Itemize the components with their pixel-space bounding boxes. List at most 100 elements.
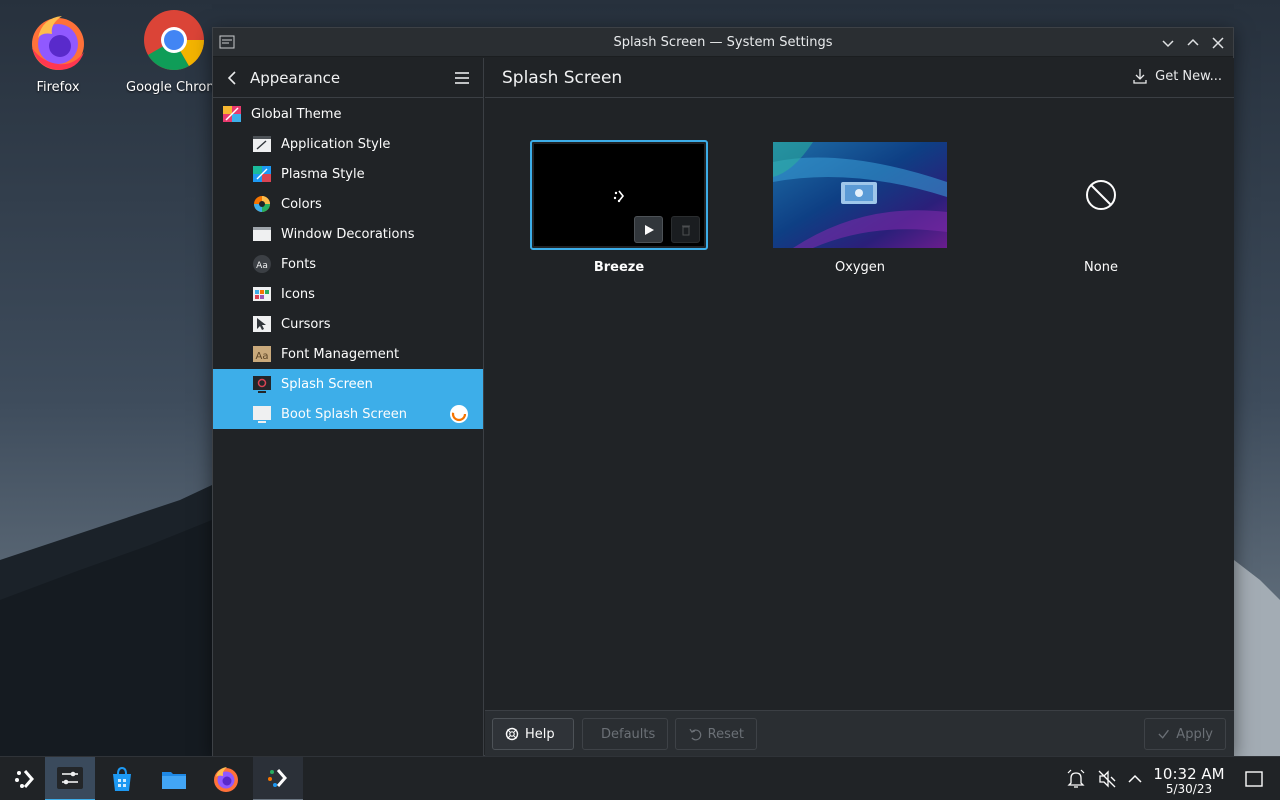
sidebar-item-plasma-style[interactable]: Plasma Style [213,159,483,189]
system-settings-window: Splash Screen — System Settings Appearan… [212,27,1234,756]
window-titlebar[interactable]: Splash Screen — System Settings [213,28,1233,57]
breeze-logo-icon [613,190,625,203]
trash-icon [681,225,690,235]
global-theme-icon [223,106,241,122]
sidebar-item-label: Icons [281,286,315,302]
task-discover[interactable] [97,757,147,800]
maximize-icon[interactable] [1184,34,1202,52]
sidebar-item-font-management[interactable]: Aa Font Management [213,339,483,369]
app-launcher-icon [15,770,34,788]
defaults-label: Defaults [601,726,656,742]
help-icon [505,727,519,741]
sidebar-item-splash-screen[interactable]: Splash Screen [213,369,483,399]
show-desktop-icon[interactable] [1244,769,1264,789]
cursors-icon [253,316,271,332]
sidebar-item-label: Font Management [281,346,400,362]
task-firefox[interactable] [201,757,251,800]
clock-date: 5/30/23 [1165,782,1213,796]
back-arrow-icon[interactable] [224,69,242,87]
task-dolphin[interactable] [149,757,199,800]
sidebar-item-boot-splash-screen[interactable]: Boot Splash Screen [213,399,483,429]
reset-label: Reset [707,726,744,742]
desktop-icon-label: Firefox [36,80,80,95]
theme-thumbnail[interactable] [1012,140,1190,250]
window-title: Splash Screen — System Settings [613,34,833,50]
task-system-settings[interactable] [45,757,95,800]
theme-card-breeze[interactable]: Breeze [529,140,709,275]
font-management-icon: Aa [253,346,271,362]
reset-button[interactable]: Reset [675,718,757,750]
footer-bar: Help Defaults Reset Apply [485,710,1234,756]
theme-thumbnail[interactable] [771,140,949,250]
sidebar-item-cursors[interactable]: Cursors [213,309,483,339]
sidebar-item-icons[interactable]: Icons [213,279,483,309]
oxygen-preview [773,142,947,248]
sidebar-item-label: Cursors [281,316,331,332]
clock-time: 10:32 AM [1153,765,1225,783]
theme-card-none[interactable]: None [1011,140,1191,275]
checkmark-icon [1158,729,1169,739]
play-icon [644,224,654,235]
icons-icon [253,287,271,301]
theme-thumbnail[interactable] [530,140,708,250]
fonts-icon: Aa [253,255,271,273]
system-tray-expand-icon[interactable] [1125,769,1145,789]
sidebar-header: Appearance [213,58,483,98]
notifications-icon[interactable] [1066,769,1086,789]
apply-button[interactable]: Apply [1144,718,1226,750]
clock[interactable]: 10:32 AM 5/30/23 [1148,766,1230,796]
content-header: Splash Screen Get New... [485,58,1234,98]
theme-label: Breeze [593,260,645,275]
theme-card-oxygen[interactable]: Oxygen [770,140,950,275]
desktop-icon-firefox[interactable]: Firefox [10,8,106,95]
volume-muted-icon[interactable] [1097,769,1117,789]
desktop-icon-label: Google Chrome [126,80,212,95]
close-icon[interactable] [1209,34,1227,52]
hamburger-menu-icon[interactable] [453,69,471,87]
sidebar-item-label: Boot Splash Screen [281,406,407,422]
colors-icon [254,196,270,212]
window-menu-icon[interactable] [219,34,235,50]
apply-label: Apply [1176,726,1213,742]
preview-button[interactable] [634,216,663,243]
download-icon [1133,69,1147,84]
delete-button[interactable] [671,216,700,243]
sidebar-item-application-style[interactable]: Application Style [213,129,483,159]
sidebar-item-global-theme[interactable]: Global Theme [213,99,483,129]
content-area: Splash Screen Get New... Breeze Oxygen N… [485,58,1234,756]
system-settings-icon [57,767,83,789]
steam-deck-icon [268,769,287,787]
boot-splash-icon [253,406,271,423]
page-title: Splash Screen [502,67,623,88]
get-new-button[interactable]: Get New... [1132,68,1222,84]
sidebar-item-label: Fonts [281,256,317,272]
sidebar-item-label: Plasma Style [281,166,365,182]
firefox-icon [32,16,84,70]
sidebar-item-label: Window Decorations [281,226,415,242]
task-steam-deck[interactable] [253,757,303,800]
help-label: Help [525,726,555,742]
undo-icon [689,728,702,741]
splash-screen-icon [253,376,271,393]
theme-label: Oxygen [834,260,886,275]
minimize-icon[interactable] [1159,34,1177,52]
none-icon [1086,180,1116,210]
get-new-label: Get New... [1155,68,1222,84]
theme-label: None [1084,260,1118,275]
defaults-button[interactable]: Defaults [582,718,668,750]
window-decorations-icon [253,227,271,241]
sidebar-item-label: Colors [281,196,322,212]
loading-spinner-icon [450,405,468,423]
help-button[interactable]: Help [492,718,574,750]
chrome-icon [144,10,204,71]
sidebar-item-window-decorations[interactable]: Window Decorations [213,219,483,249]
dolphin-icon [162,772,186,789]
breeze-preview [534,144,704,246]
sidebar-item-colors[interactable]: Colors [213,189,483,219]
desktop-icon-chrome[interactable]: Google Chrome [126,8,222,95]
sidebar-item-fonts[interactable]: Aa Fonts [213,249,483,279]
taskbar: 10:32 AM 5/30/23 [0,756,1280,800]
sidebar: Appearance Global Theme Application Styl… [213,58,484,756]
app-launcher-button[interactable] [0,757,50,800]
svg-text:Aa: Aa [256,351,269,362]
